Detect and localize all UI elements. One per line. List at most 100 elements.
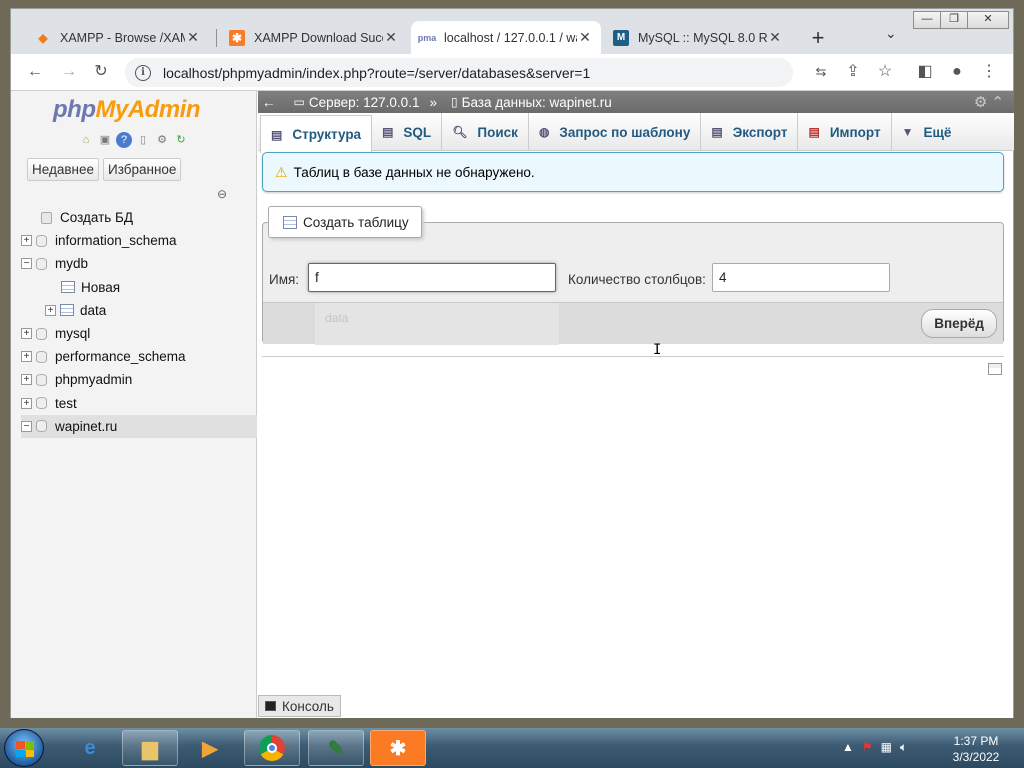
tab-import[interactable]: ▤ Импорт [798,113,892,151]
internet-explorer-icon[interactable]: e [62,730,118,766]
database-icon [36,327,47,340]
console-toggle[interactable]: Консоль [258,695,341,717]
database-icon [36,257,47,270]
close-tab-icon[interactable]: ✕ [767,29,783,46]
phpmyadmin-logo[interactable]: phpMyAdmin [53,96,200,124]
server-icon: ▭ [293,95,305,109]
restore-button[interactable]: ❐ [940,11,968,29]
link-with-main-panel-icon[interactable]: ⊖ [217,187,227,201]
notepad-plus-plus-icon[interactable]: ✎ [308,730,364,766]
tree-item-phpmyadmin[interactable]: + phpmyadmin [21,368,257,391]
forward-arrow-icon[interactable]: → [57,60,81,84]
file-explorer-icon[interactable]: ▆ [122,730,178,766]
breadcrumb-server[interactable]: Сервер: 127.0.0.1 [309,95,420,110]
new-tab-button[interactable]: + [806,25,830,51]
bookmark-star-icon[interactable]: ☆ [873,60,897,84]
close-tab-icon[interactable]: ✕ [383,29,399,46]
database-tree: Создать БД + information_schema − mydb Н… [21,206,257,438]
database-icon: ▯ [450,95,458,109]
recent-button[interactable]: Недавнее [27,158,99,181]
show-hidden-icons-icon[interactable]: ▲ [842,740,854,755]
browser-tab-mysql[interactable]: M MySQL :: MySQL 8.0 Reference ✕ [605,21,791,54]
chrome-icon[interactable] [244,730,300,766]
favorites-button[interactable]: Избранное [103,158,182,181]
reload-icon[interactable]: ↻ [89,60,113,84]
xampp-control-icon[interactable]: ✱ [370,730,426,766]
expand-plus-icon[interactable]: + [21,351,32,363]
action-center-flag-icon[interactable]: ⚑ [862,740,873,755]
autocomplete-suggestion[interactable]: data [315,303,559,345]
tab-export[interactable]: ▤ Экспорт [701,113,799,151]
address-bar[interactable]: i localhost/phpmyadmin/index.php?route=/… [125,58,793,87]
volume-icon[interactable]: 🔈︎ [900,740,907,755]
tab-more[interactable]: ▼ Ещё [892,113,962,151]
url-text: localhost/phpmyadmin/index.php?route=/se… [163,64,591,81]
collapse-minus-icon[interactable]: − [21,420,32,432]
tree-item-mydb-data[interactable]: + data [21,299,257,322]
profile-avatar-icon[interactable]: ● [945,60,969,84]
window-controls: — ❐ ✕ [913,11,1009,29]
translate-icon[interactable]: ⇆ [809,60,833,84]
go-button[interactable]: Вперёд [921,309,997,338]
site-info-icon[interactable]: i [135,64,151,81]
tree-item-mysql[interactable]: + mysql [21,322,257,345]
expand-plus-icon[interactable]: + [21,397,32,409]
tree-item-mydb[interactable]: − mydb [21,252,257,275]
nav-recent-favorites: Недавнее Избранное [27,158,182,181]
text-cursor-icon: I [653,342,662,358]
expand-plus-icon[interactable]: + [45,304,56,316]
expand-plus-icon[interactable]: + [21,328,32,340]
windows-taskbar: e ▆ ▶ ✎ ✱ ▲ ⚑ ▦ 🔈︎ 1:37 PM 3/3/2022 [0,728,1024,768]
tree-item-create-db[interactable]: Создать БД [21,206,257,229]
table-name-input[interactable]: f [308,263,556,292]
system-clock[interactable]: 1:37 PM 3/3/2022 [940,733,1012,765]
sql-icon: ▤ [382,125,394,139]
export-icon: ▤ [711,125,723,139]
tree-item-wapinet-ru[interactable]: − wapinet.ru [21,414,257,438]
new-table-icon [61,281,75,294]
browser-tab-phpmyadmin[interactable]: pma localhost / 127.0.0.1 / wapinet.ru ✕ [411,21,601,54]
database-icon [36,350,47,363]
tab-search[interactable]: 🔍︎ Поиск [442,113,529,151]
settings-gear-icon[interactable]: ⚙ [154,132,170,148]
menu-kebab-icon[interactable]: ⋮ [977,60,1001,84]
logout-icon[interactable]: ▣ [97,132,113,148]
close-tab-icon[interactable]: ✕ [577,29,593,46]
side-panel-icon[interactable]: ◧ [913,60,937,84]
warning-icon: ⚠ [275,163,288,180]
expand-plus-icon[interactable]: + [21,235,32,247]
collapse-minus-icon[interactable]: − [21,258,32,270]
browser-tab-xampp-download[interactable]: ✱ XAMPP Download Success ✕ [221,21,407,54]
pma-main-panel: ← ▭ Сервер: 127.0.0.1 » ▯ База данных: w… [258,91,1014,718]
collapse-nav-arrow-icon[interactable]: ← [262,95,276,110]
window-toggle-icon[interactable] [988,363,1002,375]
breadcrumb-database[interactable]: База данных: wapinet.ru [462,95,612,110]
close-window-button[interactable]: ✕ [967,11,1009,29]
tab-search-chevron-icon[interactable]: ⌄ [885,25,897,42]
network-icon[interactable]: ▦ [881,740,892,755]
browser-tab-xampp-browse[interactable]: ◆ XAMPP - Browse /XAMPP ✕ [27,21,209,54]
start-button[interactable] [4,729,44,767]
new-table-icon [283,215,297,229]
tree-item-performance-schema[interactable]: + performance_schema [21,345,257,368]
help-icon[interactable]: ? [116,132,132,148]
expand-plus-icon[interactable]: + [21,374,32,386]
browser-toolbar: ← → ↻ i localhost/phpmyadmin/index.php?r… [11,54,1013,91]
docs-icon[interactable]: ▯ [135,132,151,148]
tree-item-mydb-new[interactable]: Новая [21,276,257,299]
settings-gear-icon[interactable]: ⚙ ⌃ [974,93,1004,111]
close-tab-icon[interactable]: ✕ [185,29,201,46]
tab-query[interactable]: ◍ Запрос по шаблону [529,113,702,151]
minimize-button[interactable]: — [913,11,941,29]
query-icon: ◍ [538,125,550,139]
tab-structure[interactable]: ▤ Структура [260,115,373,153]
back-arrow-icon[interactable]: ← [23,60,47,84]
media-player-icon[interactable]: ▶ [182,730,238,766]
columns-count-input[interactable]: 4 [712,263,890,292]
refresh-icon[interactable]: ↻ [173,132,189,148]
tab-sql[interactable]: ▤ SQL [372,113,443,151]
share-icon[interactable]: ⇪ [841,60,865,84]
tree-item-information-schema[interactable]: + information_schema [21,229,257,252]
home-icon[interactable]: ⌂ [78,132,94,148]
tree-item-test[interactable]: + test [21,392,257,415]
